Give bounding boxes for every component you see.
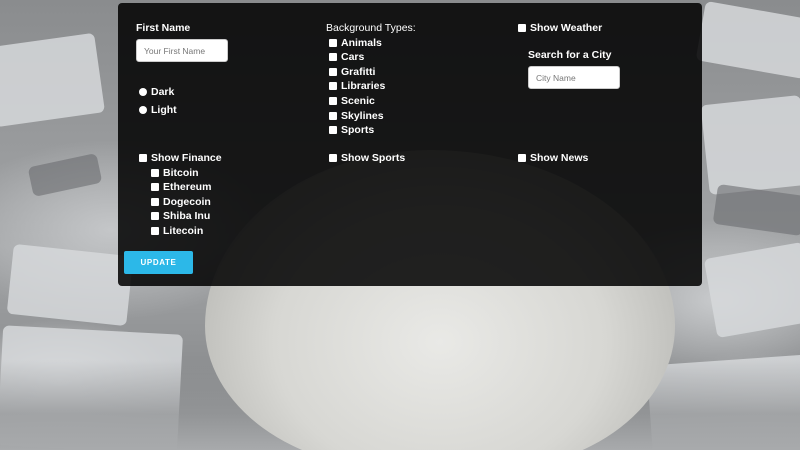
checkbox-icon[interactable] bbox=[329, 82, 337, 90]
checkbox-icon[interactable] bbox=[151, 227, 159, 235]
bg-type-scenic-checkbox[interactable]: Scenic bbox=[329, 94, 375, 108]
city-search-label: Search for a City bbox=[528, 49, 612, 61]
update-button[interactable]: UPDATE bbox=[124, 251, 193, 274]
theme-dark-radio[interactable]: Dark bbox=[139, 85, 174, 99]
show-finance-label: Show Finance bbox=[151, 152, 222, 164]
finance-option-label: Bitcoin bbox=[163, 167, 199, 179]
checkbox-icon[interactable] bbox=[151, 212, 159, 220]
finance-option-label: Litecoin bbox=[163, 225, 204, 237]
checkbox-icon[interactable] bbox=[518, 24, 526, 32]
finance-dogecoin-checkbox[interactable]: Dogecoin bbox=[151, 195, 211, 209]
bg-type-label: Grafitti bbox=[341, 66, 376, 78]
checkbox-icon[interactable] bbox=[151, 198, 159, 206]
bg-type-label: Animals bbox=[341, 37, 382, 49]
theme-light-radio[interactable]: Light bbox=[139, 103, 177, 117]
radio-icon[interactable] bbox=[139, 88, 147, 96]
bg-type-label: Skylines bbox=[341, 110, 384, 122]
finance-bitcoin-checkbox[interactable]: Bitcoin bbox=[151, 166, 199, 180]
radio-icon[interactable] bbox=[139, 106, 147, 114]
checkbox-icon[interactable] bbox=[139, 154, 147, 162]
show-news-label: Show News bbox=[530, 152, 589, 164]
finance-ethereum-checkbox[interactable]: Ethereum bbox=[151, 180, 211, 194]
checkbox-icon[interactable] bbox=[151, 183, 159, 191]
finance-option-label: Shiba Inu bbox=[163, 210, 211, 222]
settings-panel: First Name Dark Light Background Types: … bbox=[118, 3, 702, 286]
first-name-label: First Name bbox=[136, 22, 191, 34]
background-types-label: Background Types: bbox=[326, 22, 416, 34]
show-news-checkbox[interactable]: Show News bbox=[518, 151, 588, 165]
bg-type-label: Sports bbox=[341, 124, 375, 136]
show-finance-checkbox[interactable]: Show Finance bbox=[139, 151, 222, 165]
finance-option-label: Dogecoin bbox=[163, 196, 211, 208]
show-sports-checkbox[interactable]: Show Sports bbox=[329, 151, 405, 165]
bg-type-label: Libraries bbox=[341, 80, 386, 92]
finance-litecoin-checkbox[interactable]: Litecoin bbox=[151, 224, 203, 238]
checkbox-icon[interactable] bbox=[518, 154, 526, 162]
bg-type-skylines-checkbox[interactable]: Skylines bbox=[329, 109, 384, 123]
theme-dark-label: Dark bbox=[151, 86, 175, 98]
theme-light-label: Light bbox=[151, 104, 177, 116]
checkbox-icon[interactable] bbox=[329, 126, 337, 134]
finance-shiba-inu-checkbox[interactable]: Shiba Inu bbox=[151, 209, 210, 223]
first-name-input[interactable] bbox=[136, 39, 228, 62]
checkbox-icon[interactable] bbox=[329, 154, 337, 162]
bg-type-libraries-checkbox[interactable]: Libraries bbox=[329, 79, 385, 93]
checkbox-icon[interactable] bbox=[151, 169, 159, 177]
finance-option-label: Ethereum bbox=[163, 181, 212, 193]
checkbox-icon[interactable] bbox=[329, 97, 337, 105]
show-sports-label: Show Sports bbox=[341, 152, 406, 164]
bg-type-label: Cars bbox=[341, 51, 365, 63]
bg-type-grafitti-checkbox[interactable]: Grafitti bbox=[329, 65, 375, 79]
bg-type-animals-checkbox[interactable]: Animals bbox=[329, 36, 382, 50]
checkbox-icon[interactable] bbox=[329, 53, 337, 61]
checkbox-icon[interactable] bbox=[329, 68, 337, 76]
bg-type-sports-checkbox[interactable]: Sports bbox=[329, 123, 374, 137]
show-weather-label: Show Weather bbox=[530, 22, 603, 34]
show-weather-checkbox[interactable]: Show Weather bbox=[518, 21, 602, 35]
bg-type-cars-checkbox[interactable]: Cars bbox=[329, 50, 364, 64]
checkbox-icon[interactable] bbox=[329, 39, 337, 47]
bg-type-label: Scenic bbox=[341, 95, 375, 107]
city-search-input[interactable] bbox=[528, 66, 620, 89]
checkbox-icon[interactable] bbox=[329, 112, 337, 120]
